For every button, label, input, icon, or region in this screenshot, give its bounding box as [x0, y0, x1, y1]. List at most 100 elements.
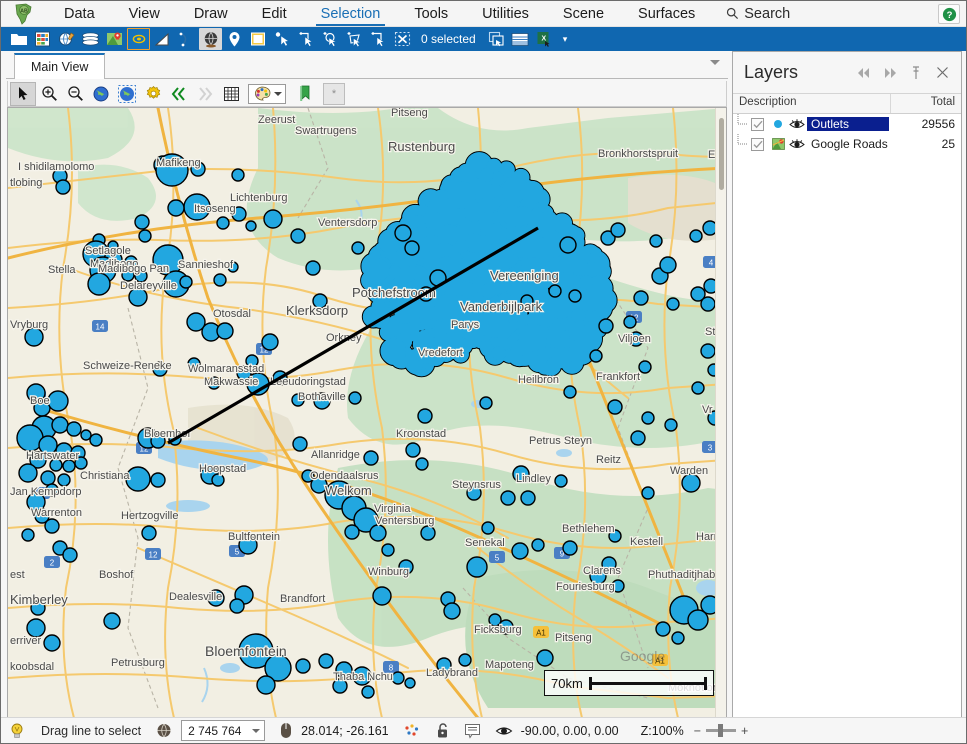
outlet-marker[interactable] [562, 540, 578, 556]
outlet-marker[interactable] [55, 179, 71, 195]
ribbon-overflow-caret[interactable]: ▾ [557, 34, 574, 45]
outlet-marker[interactable] [216, 216, 230, 230]
globe-3d-button[interactable] [199, 28, 222, 50]
outlet-marker[interactable] [659, 256, 677, 274]
close-icon[interactable] [929, 61, 955, 85]
outlet-marker[interactable] [481, 521, 495, 535]
lightbulb-icon[interactable] [9, 722, 25, 740]
layer-name-google-roads[interactable]: Google Roads [807, 137, 889, 151]
layer-checkbox-outlets[interactable] [751, 117, 764, 131]
outlet-marker[interactable] [318, 653, 334, 669]
layer-symbol-google-roads[interactable] [769, 138, 787, 150]
outlet-marker[interactable] [305, 260, 321, 276]
outlet-marker[interactable] [479, 396, 493, 410]
collapse-right-icon[interactable] [877, 61, 903, 85]
outlet-marker[interactable] [66, 421, 82, 437]
menu-item-edit[interactable]: Edit [245, 1, 304, 27]
tab-main-view[interactable]: Main View [14, 53, 106, 79]
outlet-marker[interactable] [689, 229, 703, 243]
outlet-marker[interactable] [62, 547, 78, 563]
measure-angle-button[interactable] [151, 28, 174, 50]
map-scrollbar-thumb[interactable] [719, 118, 724, 190]
chevron-down-icon[interactable] [252, 728, 261, 733]
outlet-marker[interactable] [641, 486, 655, 500]
outlet-marker[interactable] [231, 168, 245, 182]
outlet-marker[interactable] [623, 315, 637, 329]
select-point-button[interactable] [271, 28, 294, 50]
outlet-marker[interactable] [40, 470, 56, 486]
pointer-tool-button[interactable] [10, 81, 36, 106]
outlet-marker[interactable] [44, 518, 60, 534]
menu-item-selection[interactable]: Selection [304, 1, 398, 27]
eye-icon[interactable] [495, 724, 513, 738]
outlet-marker[interactable] [103, 612, 121, 630]
app-logo[interactable]: AB [1, 1, 47, 27]
outlet-marker[interactable] [649, 234, 663, 248]
outlet-marker[interactable] [134, 214, 150, 230]
outlet-marker[interactable] [520, 490, 536, 506]
outlet-marker[interactable] [666, 297, 680, 311]
outlet-marker[interactable] [21, 528, 35, 542]
outlet-marker[interactable] [691, 381, 705, 395]
clear-selection-button[interactable] [391, 28, 414, 50]
menu-item-data[interactable]: Data [47, 1, 112, 27]
outlet-marker[interactable] [381, 543, 395, 557]
outlet-marker[interactable] [141, 525, 157, 541]
outlet-marker[interactable] [607, 399, 623, 415]
outlet-marker[interactable] [369, 524, 387, 542]
zoom-layer-globe-button[interactable] [114, 82, 140, 106]
zoom-extent-globe-button[interactable] [88, 82, 114, 106]
outlet-marker[interactable] [511, 542, 529, 560]
outlet-marker[interactable] [536, 649, 554, 667]
outlet-marker[interactable] [394, 224, 412, 242]
menu-item-view[interactable]: View [112, 1, 177, 27]
chevron-down-icon[interactable] [710, 60, 720, 65]
color-palette-button[interactable] [248, 83, 286, 104]
note-icon[interactable] [464, 723, 481, 739]
outlet-marker[interactable] [138, 229, 152, 243]
zoom-in-button[interactable] [36, 82, 62, 106]
outlet-marker[interactable] [610, 222, 626, 238]
outlet-marker[interactable] [87, 272, 111, 296]
outlet-marker[interactable] [263, 209, 283, 229]
location-pin-button[interactable] [223, 28, 246, 50]
layer-symbol-outlets[interactable] [769, 118, 787, 130]
outlet-marker[interactable] [89, 433, 103, 447]
outlet-marker[interactable] [372, 586, 392, 606]
pin-icon[interactable] [903, 61, 929, 85]
map-vertical-scrollbar[interactable] [715, 108, 726, 718]
map-canvas[interactable]: 18 14 12 12 12 18 18 2 12 4 9 5 5 3 1 1 … [8, 108, 726, 718]
outlet-marker[interactable] [295, 658, 311, 674]
outlet-marker[interactable] [229, 598, 245, 614]
outlet-marker[interactable] [57, 473, 71, 487]
next-extent-button[interactable] [192, 82, 218, 106]
outlet-marker[interactable] [256, 675, 276, 695]
outlet-marker[interactable] [598, 318, 614, 334]
outlet-marker[interactable] [420, 525, 436, 541]
table-view-button[interactable] [509, 28, 532, 50]
outlet-marker[interactable] [361, 685, 375, 699]
outlet-marker[interactable] [417, 408, 433, 424]
zoom-slider-track[interactable] [706, 724, 737, 737]
bookmark-flag-button[interactable] [292, 82, 318, 106]
menu-item-tools[interactable]: Tools [397, 1, 465, 27]
zoom-out-button[interactable] [62, 82, 88, 106]
outlet-marker[interactable] [466, 556, 488, 578]
outlet-marker[interactable] [150, 472, 166, 488]
outlet-marker[interactable] [568, 289, 582, 303]
globe-icon[interactable] [155, 722, 173, 740]
export-excel-button[interactable]: X [533, 28, 556, 50]
layer-checkbox-google-roads[interactable] [751, 137, 764, 151]
outlet-marker[interactable] [664, 418, 678, 432]
cluster-dots-icon[interactable] [403, 723, 421, 739]
grid-button[interactable] [218, 82, 244, 106]
outlet-marker[interactable] [405, 442, 421, 458]
outlet-marker[interactable] [211, 473, 225, 487]
spreadsheet-button[interactable] [31, 28, 54, 50]
outlet-marker[interactable] [18, 463, 38, 483]
ellipse-select-button[interactable] [127, 28, 150, 50]
zoom-slider-handle[interactable] [718, 724, 724, 737]
outlet-marker[interactable] [641, 411, 655, 425]
outlet-marker[interactable] [458, 653, 472, 667]
zoom-slider-control[interactable]: − + [694, 724, 749, 738]
